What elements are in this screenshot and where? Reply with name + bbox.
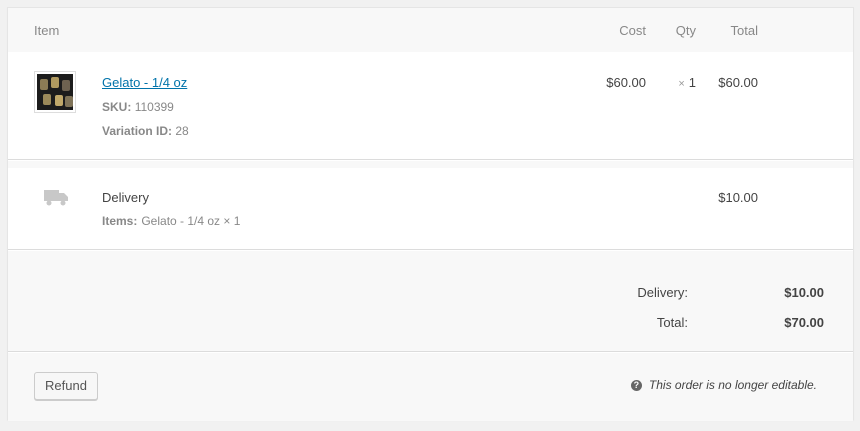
order-totals: Delivery: $10.00 Total: $70.00	[8, 251, 853, 352]
shipping-items-label: Items:	[102, 214, 138, 228]
product-thumbnail	[34, 71, 76, 113]
shipping-total: $10.00	[718, 190, 758, 205]
not-editable-text: This order is no longer editable.	[648, 378, 817, 392]
refund-button[interactable]: Refund	[34, 372, 98, 400]
items-table-header: Item Cost Qty Total	[8, 8, 853, 52]
product-sku: SKU: 110399	[102, 100, 174, 114]
not-editable-notice: ? This order is no longer editable.	[630, 378, 817, 392]
sku-value: 110399	[134, 100, 174, 114]
order-total-value: $70.00	[784, 315, 824, 330]
line-item-total: $60.00	[718, 75, 758, 90]
qty-times-symbol: ×	[678, 78, 685, 90]
truck-icon	[44, 190, 68, 206]
shipping-method-name: Delivery	[102, 190, 149, 205]
section-separator	[8, 161, 853, 168]
shipping-items-value: Gelato - 1/4 oz × 1	[141, 214, 241, 228]
qty-value: 1	[688, 75, 696, 90]
variation-label: Variation ID:	[102, 124, 173, 138]
line-item-row: Gelato - 1/4 oz SKU: 110399 Variation ID…	[8, 52, 853, 160]
header-cost: Cost	[619, 23, 646, 38]
header-qty: Qty	[675, 23, 696, 38]
variation-value: 28	[175, 124, 189, 138]
order-actions-footer: Refund ? This order is no longer editabl…	[8, 353, 853, 421]
delivery-total-label: Delivery:	[637, 285, 688, 300]
line-item-cost: $60.00	[606, 75, 646, 90]
order-items-panel: Item Cost Qty Total Gelato - 1/4 oz SKU:…	[7, 7, 854, 421]
shipping-items: Items: Gelato - 1/4 oz × 1	[102, 214, 240, 228]
line-item-qty: × 1	[658, 75, 696, 90]
shipping-row: Delivery Items: Gelato - 1/4 oz × 1 $10.0…	[8, 168, 853, 250]
order-total-label: Total:	[656, 315, 688, 330]
header-item: Item	[34, 23, 60, 38]
product-variation: Variation ID: 28	[102, 124, 189, 138]
product-name-link[interactable]: Gelato - 1/4 oz	[102, 75, 187, 90]
sku-label: SKU:	[102, 100, 132, 114]
help-icon[interactable]: ?	[630, 379, 642, 391]
delivery-total-value: $10.00	[784, 285, 824, 300]
header-total: Total	[730, 23, 758, 38]
